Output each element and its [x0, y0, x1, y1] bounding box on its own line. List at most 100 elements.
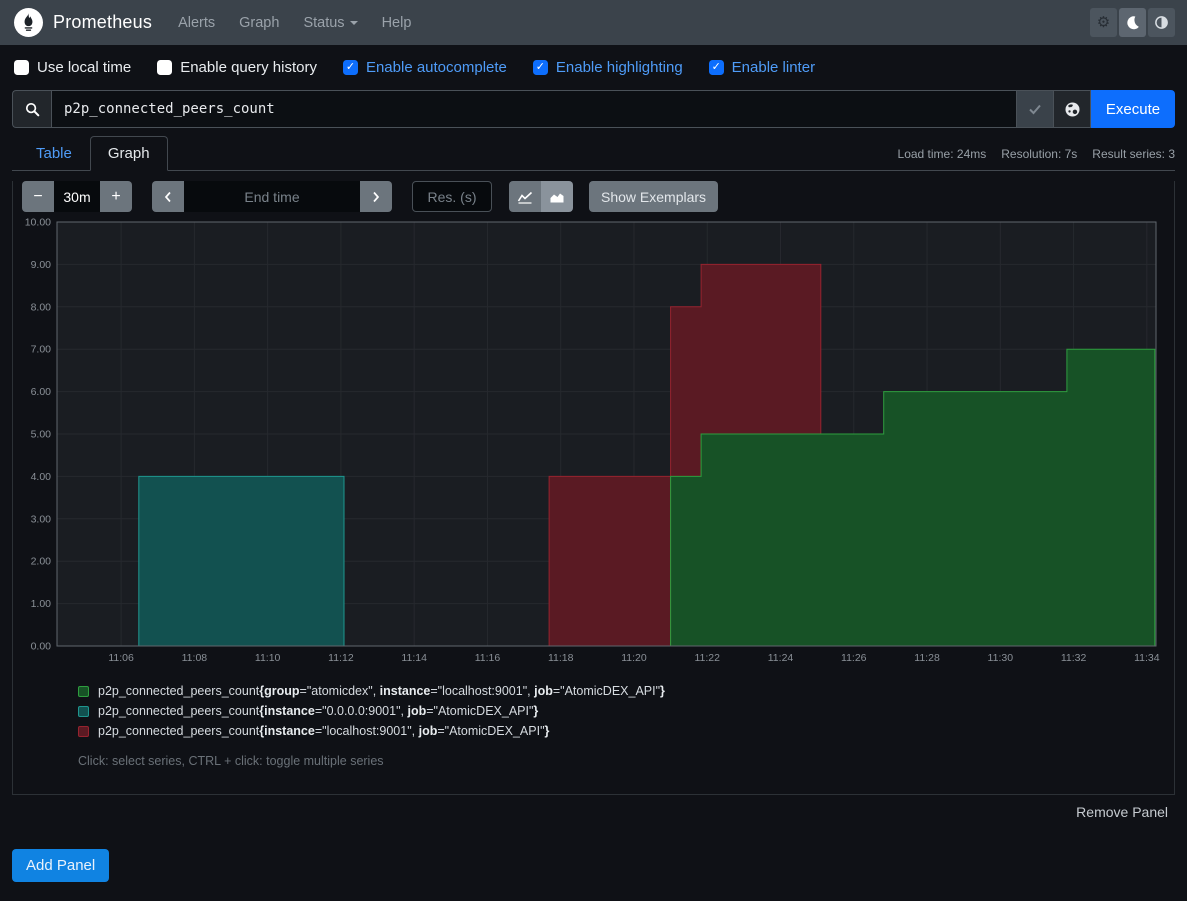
checkbox-enable-query-history[interactable] — [157, 60, 172, 75]
legend-hint: Click: select series, CTRL + click: togg… — [78, 754, 1174, 768]
time-forward-button[interactable] — [360, 181, 392, 212]
legend: p2p_connected_peers_count{group="atomicd… — [78, 684, 1174, 738]
legend-swatch — [78, 686, 89, 697]
show-exemplars-button[interactable]: Show Exemplars — [589, 181, 718, 212]
graph-controls: − + — [22, 181, 1174, 212]
chevron-down-icon — [350, 21, 358, 25]
option-enable-query-history[interactable]: Enable query history — [157, 59, 317, 76]
x-tick-label: 11:34 — [1134, 652, 1160, 664]
search-addon — [12, 90, 51, 128]
tabs-row: Table Graph Load time: 24ms Resolution: … — [12, 136, 1175, 171]
option-enable-highlighting[interactable]: Enable highlighting — [533, 59, 683, 76]
legend-label: p2p_connected_peers_count{instance="0.0.… — [98, 704, 538, 718]
x-tick-label: 11:06 — [108, 652, 134, 664]
check-icon — [1027, 101, 1043, 117]
x-tick-label: 11:18 — [548, 652, 574, 664]
remove-panel-row: Remove Panel — [0, 804, 1168, 822]
chart-type-toggle — [509, 181, 573, 212]
checkbox-enable-linter[interactable] — [709, 60, 724, 75]
settings-button[interactable]: ⚙ — [1090, 8, 1117, 37]
stat-load-time: Load time: 24ms — [898, 147, 987, 161]
navbar: Prometheus Alerts Graph Status Help ⚙ — [0, 0, 1187, 45]
legend-item-green[interactable]: p2p_connected_peers_count{group="atomicd… — [78, 684, 1174, 698]
stacked-chart-toggle-button[interactable] — [541, 181, 573, 212]
legend-item-red[interactable]: p2p_connected_peers_count{instance="loca… — [78, 724, 1174, 738]
range-increase-button[interactable]: + — [100, 181, 132, 212]
x-tick-label: 11:20 — [621, 652, 647, 664]
stat-resolution: Resolution: 7s — [1001, 147, 1077, 161]
range-input[interactable] — [54, 181, 100, 212]
y-tick-label: 2.00 — [31, 556, 52, 568]
query-stats: Load time: 24ms Resolution: 7s Result se… — [898, 147, 1175, 170]
x-tick-label: 11:22 — [694, 652, 720, 664]
resolution-input[interactable] — [412, 181, 492, 212]
legend-label: p2p_connected_peers_count{instance="loca… — [98, 724, 549, 738]
tab-table[interactable]: Table — [18, 136, 90, 171]
checkbox-use-local-time[interactable] — [14, 60, 29, 75]
x-tick-label: 11:28 — [914, 652, 940, 664]
moon-icon — [1125, 15, 1140, 30]
nav-link-help[interactable]: Help — [382, 15, 412, 31]
checkbox-enable-highlighting[interactable] — [533, 60, 548, 75]
option-use-local-time[interactable]: Use local time — [14, 59, 131, 76]
x-tick-label: 11:14 — [401, 652, 427, 664]
nav-link-status[interactable]: Status — [303, 15, 357, 31]
x-tick-label: 11:26 — [841, 652, 867, 664]
line-chart-toggle-button[interactable] — [509, 181, 541, 212]
range-control: − + — [22, 181, 132, 212]
y-tick-label: 0.00 — [31, 641, 52, 653]
legend-item-teal[interactable]: p2p_connected_peers_count{instance="0.0.… — [78, 704, 1174, 718]
gear-icon: ⚙ — [1097, 15, 1110, 30]
y-tick-label: 7.00 — [31, 344, 52, 356]
y-tick-label: 6.00 — [31, 386, 52, 398]
option-enable-linter[interactable]: Enable linter — [709, 59, 815, 76]
chart[interactable]: 11:06 11:08 11:10 11:12 11:14 11:16 11:18 11:20… — [22, 218, 1174, 666]
brand[interactable]: Prometheus — [14, 8, 152, 37]
y-tick-label: 3.00 — [31, 513, 52, 525]
stat-result-series: Result series: 3 — [1092, 147, 1175, 161]
x-tick-label: 11:10 — [255, 652, 281, 664]
prometheus-logo-icon — [14, 8, 43, 37]
globe-icon — [1064, 101, 1081, 118]
nav-links: Alerts Graph Status Help — [178, 15, 411, 31]
legend-label: p2p_connected_peers_count{group="atomicd… — [98, 684, 665, 698]
tab-graph[interactable]: Graph — [90, 136, 168, 171]
series-area-teal[interactable] — [139, 476, 344, 646]
contrast-icon — [1154, 15, 1169, 30]
y-tick-label: 9.00 — [31, 259, 52, 271]
query-input[interactable] — [51, 90, 1017, 128]
execute-button[interactable]: Execute — [1091, 90, 1175, 128]
search-icon — [25, 102, 40, 117]
nav-link-graph[interactable]: Graph — [239, 15, 279, 31]
y-tick-label: 1.00 — [31, 598, 52, 610]
x-tick-label: 11:24 — [768, 652, 794, 664]
remove-panel-link[interactable]: Remove Panel — [1076, 804, 1168, 820]
time-back-button[interactable] — [152, 181, 184, 212]
range-decrease-button[interactable]: − — [22, 181, 54, 212]
x-tick-label: 11:32 — [1061, 652, 1087, 664]
x-tick-label: 11:16 — [475, 652, 501, 664]
stacked-area-icon — [549, 190, 565, 204]
end-time-control — [152, 181, 392, 212]
metrics-explorer-button[interactable] — [1054, 90, 1091, 128]
dark-theme-button[interactable] — [1119, 8, 1146, 37]
x-tick-label: 11:12 — [328, 652, 354, 664]
option-enable-autocomplete[interactable]: Enable autocomplete — [343, 59, 507, 76]
auto-theme-button[interactable] — [1148, 8, 1175, 37]
legend-swatch — [78, 706, 89, 717]
add-panel-button[interactable]: Add Panel — [12, 849, 109, 882]
query-bar: Execute — [12, 90, 1175, 128]
checkbox-enable-autocomplete[interactable] — [343, 60, 358, 75]
add-panel-row: Add Panel — [12, 849, 1187, 882]
graph-panel: − + — [12, 181, 1175, 795]
x-tick-label: 11:08 — [182, 652, 208, 664]
x-tick-label: 11:30 — [988, 652, 1014, 664]
end-time-input[interactable] — [184, 181, 360, 212]
y-tick-label: 5.00 — [31, 429, 52, 441]
legend-swatch — [78, 726, 89, 737]
y-tick-label: 8.00 — [31, 301, 52, 313]
theme-buttons: ⚙ — [1090, 8, 1175, 37]
brand-title: Prometheus — [53, 12, 152, 33]
query-valid-button[interactable] — [1017, 90, 1054, 128]
nav-link-alerts[interactable]: Alerts — [178, 15, 215, 31]
